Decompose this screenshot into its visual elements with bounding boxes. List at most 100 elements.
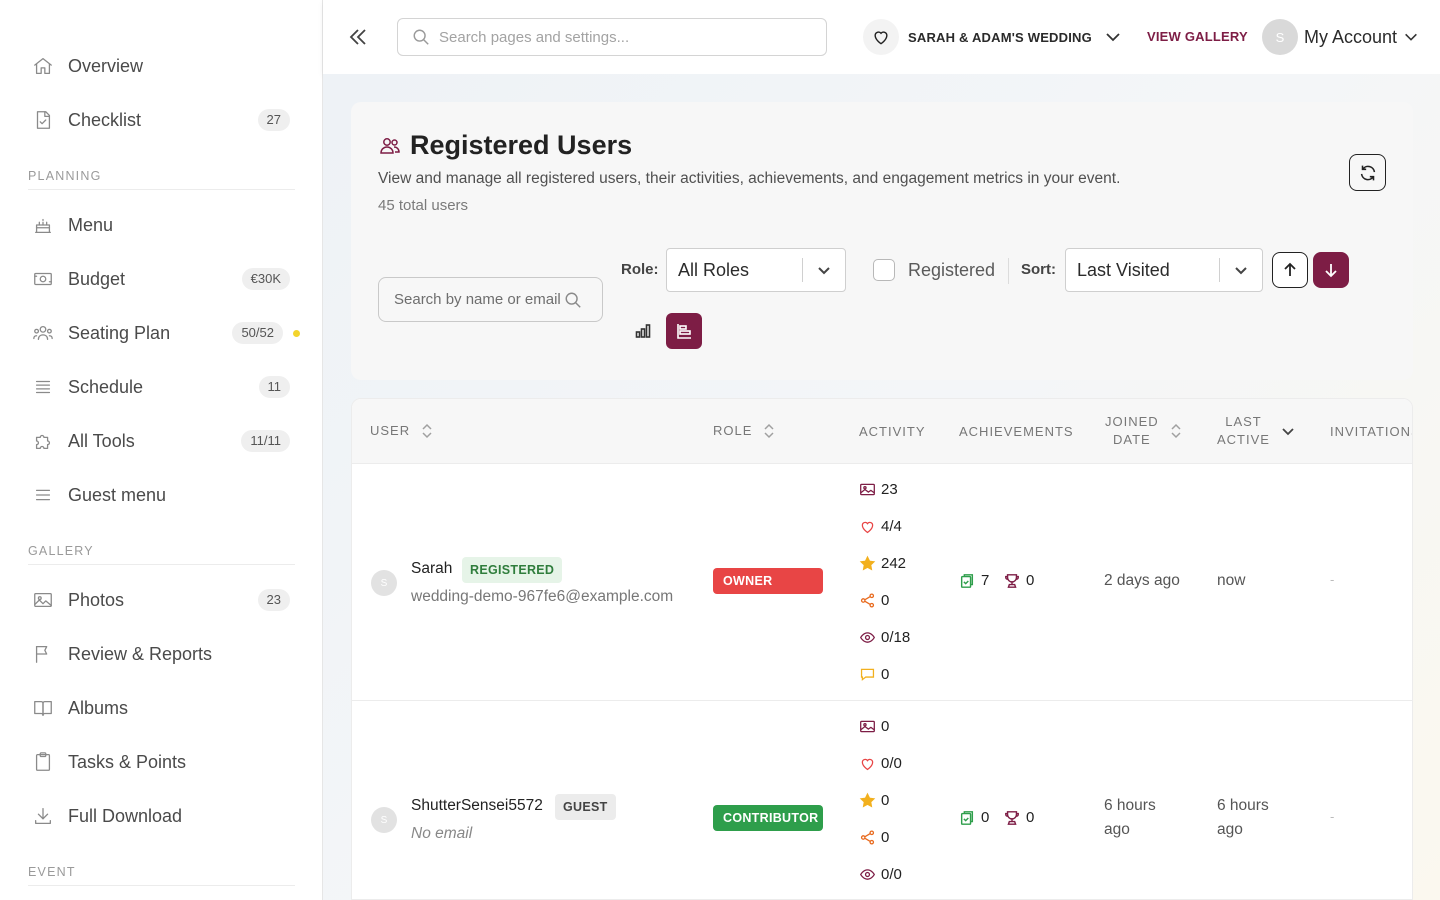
achievement-value: 0	[1026, 809, 1035, 826]
column-label: INVITATIONS	[1330, 424, 1413, 439]
activity-value: 0	[881, 791, 890, 809]
sidebar-item-overview[interactable]: Overview	[28, 46, 290, 86]
activity-value: 242	[881, 554, 907, 572]
column-header-role[interactable]: ROLE	[713, 422, 776, 440]
chart-view-button[interactable]	[625, 313, 661, 349]
sidebar-item-seating-plan[interactable]: Seating Plan 50/52	[28, 313, 300, 353]
view-gallery-link[interactable]: VIEW GALLERY	[1147, 29, 1248, 44]
eye-icon	[859, 868, 876, 880]
sidebar-item-tasks-points[interactable]: Tasks & Points	[28, 742, 290, 782]
activity-value: 0	[881, 828, 890, 846]
sidebar-item-label: Menu	[68, 214, 114, 235]
joined-date: 2 days ago	[1104, 572, 1180, 589]
money-icon	[32, 266, 58, 292]
column-label: ACHIEVEMENTS	[959, 424, 1074, 439]
sort-select[interactable]: Last Visited	[1065, 248, 1263, 292]
role-filter-label: Role:	[621, 261, 659, 278]
sidebar-item-menu[interactable]: Menu	[28, 205, 290, 245]
user-search[interactable]	[378, 277, 603, 322]
global-search[interactable]	[397, 18, 827, 56]
count-badge: 23	[257, 589, 290, 611]
divider	[1008, 258, 1009, 284]
achievement-trophies: 0	[1004, 572, 1034, 589]
cake-icon	[32, 212, 58, 238]
sidebar-item-checklist[interactable]: Overview Checklist 27	[28, 100, 290, 140]
sidebar-item-label: Budget	[68, 268, 126, 289]
sidebar-item-schedule[interactable]: Schedule 11	[28, 367, 290, 407]
achievement-value: 0	[1026, 572, 1035, 589]
page-description: View and manage all registered users, th…	[378, 170, 1121, 187]
registered-filter[interactable]: Registered	[873, 259, 995, 281]
column-header-user[interactable]: USER	[370, 422, 434, 440]
count-badge: 11	[258, 376, 290, 398]
status-badge: GUEST	[555, 794, 616, 820]
table-row[interactable]: S Sarah REGISTERED wedding-demo-967fe6@e…	[352, 464, 1412, 701]
comment-icon	[860, 668, 875, 681]
double-chevron-left-icon	[349, 29, 366, 45]
refresh-button[interactable]	[1349, 154, 1386, 191]
sort-icon	[422, 423, 432, 439]
role-select[interactable]: All Roles	[666, 248, 846, 292]
activity-likes: 4/4	[859, 516, 902, 536]
sidebar-item-full-download[interactable]: Full Download	[28, 796, 290, 836]
activity-shares: 0	[859, 827, 889, 847]
sidebar-item-label: Review & Reports	[68, 643, 213, 664]
sidebar-item-label: Checklist	[68, 109, 142, 130]
activity-likes: 0/0	[859, 753, 902, 773]
sidebar-item-label: Overview	[68, 55, 144, 76]
registered-checkbox[interactable]	[873, 259, 895, 281]
achievement-value: 7	[981, 572, 990, 589]
joined-date: 6 hours ago	[1104, 794, 1156, 842]
user-email: wedding-demo-967fe6@example.com	[411, 588, 674, 605]
sidebar-item-review-reports[interactable]: Review & Reports	[28, 634, 290, 674]
table-row[interactable]: S ShutterSensei5572 GUEST No email CONTR…	[352, 701, 1412, 899]
search-input[interactable]	[439, 28, 819, 46]
user-search-input[interactable]	[394, 291, 564, 308]
avatar: S	[1262, 19, 1298, 55]
section-label-gallery: GALLERY	[28, 544, 295, 565]
activity-photos: 23	[859, 479, 898, 499]
sidebar-item-photos[interactable]: Photos 23	[28, 580, 290, 620]
menu-icon	[32, 482, 58, 508]
sort-ascending-button[interactable]	[1272, 252, 1308, 288]
eye-icon	[859, 631, 876, 643]
sidebar-item-label: Schedule	[68, 376, 144, 397]
image-icon	[860, 483, 875, 495]
sidebar-item-guest-menu[interactable]: Guest menu	[28, 475, 290, 515]
share-icon	[860, 592, 875, 608]
event-switcher[interactable]: SARAH & ADAM'S WEDDING	[863, 18, 1122, 56]
table-view-button[interactable]	[666, 313, 702, 349]
count-badge: 50/52	[232, 322, 283, 344]
search-icon	[413, 29, 429, 45]
sidebar-item-all-tools[interactable]: All Tools 11/11	[28, 421, 290, 461]
sort-descending-button[interactable]	[1313, 252, 1349, 288]
column-header-joined-date[interactable]: JOINED DATE	[1105, 413, 1183, 449]
column-label: ROLE	[713, 423, 753, 438]
sort-icon	[764, 423, 774, 439]
collapse-sidebar-button[interactable]	[345, 24, 371, 50]
heart-icon	[861, 521, 874, 533]
column-label: LAST ACTIVE	[1217, 413, 1270, 449]
activity-value: 0/0	[881, 754, 902, 772]
section-label-event: EVENT	[28, 865, 295, 886]
sidebar-item-label: Seating Plan	[68, 322, 171, 343]
registered-label: Registered	[908, 259, 996, 280]
column-label: USER	[370, 423, 411, 438]
star-icon	[859, 792, 876, 807]
column-header-last-active[interactable]: LAST ACTIVE	[1217, 413, 1296, 449]
activity-views: 0/18	[859, 627, 910, 647]
sort-icon	[1171, 423, 1181, 439]
account-menu[interactable]: S My Account	[1262, 18, 1419, 56]
sidebar-item-budget[interactable]: Budget €30K	[28, 259, 290, 299]
arrow-up-icon	[1284, 262, 1296, 276]
activity-points: 0	[859, 790, 889, 810]
sidebar: Overview Overview Checklist 27 PLANNING …	[0, 0, 323, 900]
last-active-line: 6 hours	[1217, 797, 1269, 814]
sidebar-item-albums[interactable]: Albums	[28, 688, 290, 728]
column-label-line: LAST	[1225, 414, 1262, 429]
chevron-down-icon	[1405, 33, 1417, 41]
count-badge: 27	[257, 109, 290, 131]
clipboard-icon	[32, 749, 58, 775]
sidebar-item-label: Photos	[68, 589, 125, 610]
role-select-value: All Roles	[678, 259, 750, 280]
